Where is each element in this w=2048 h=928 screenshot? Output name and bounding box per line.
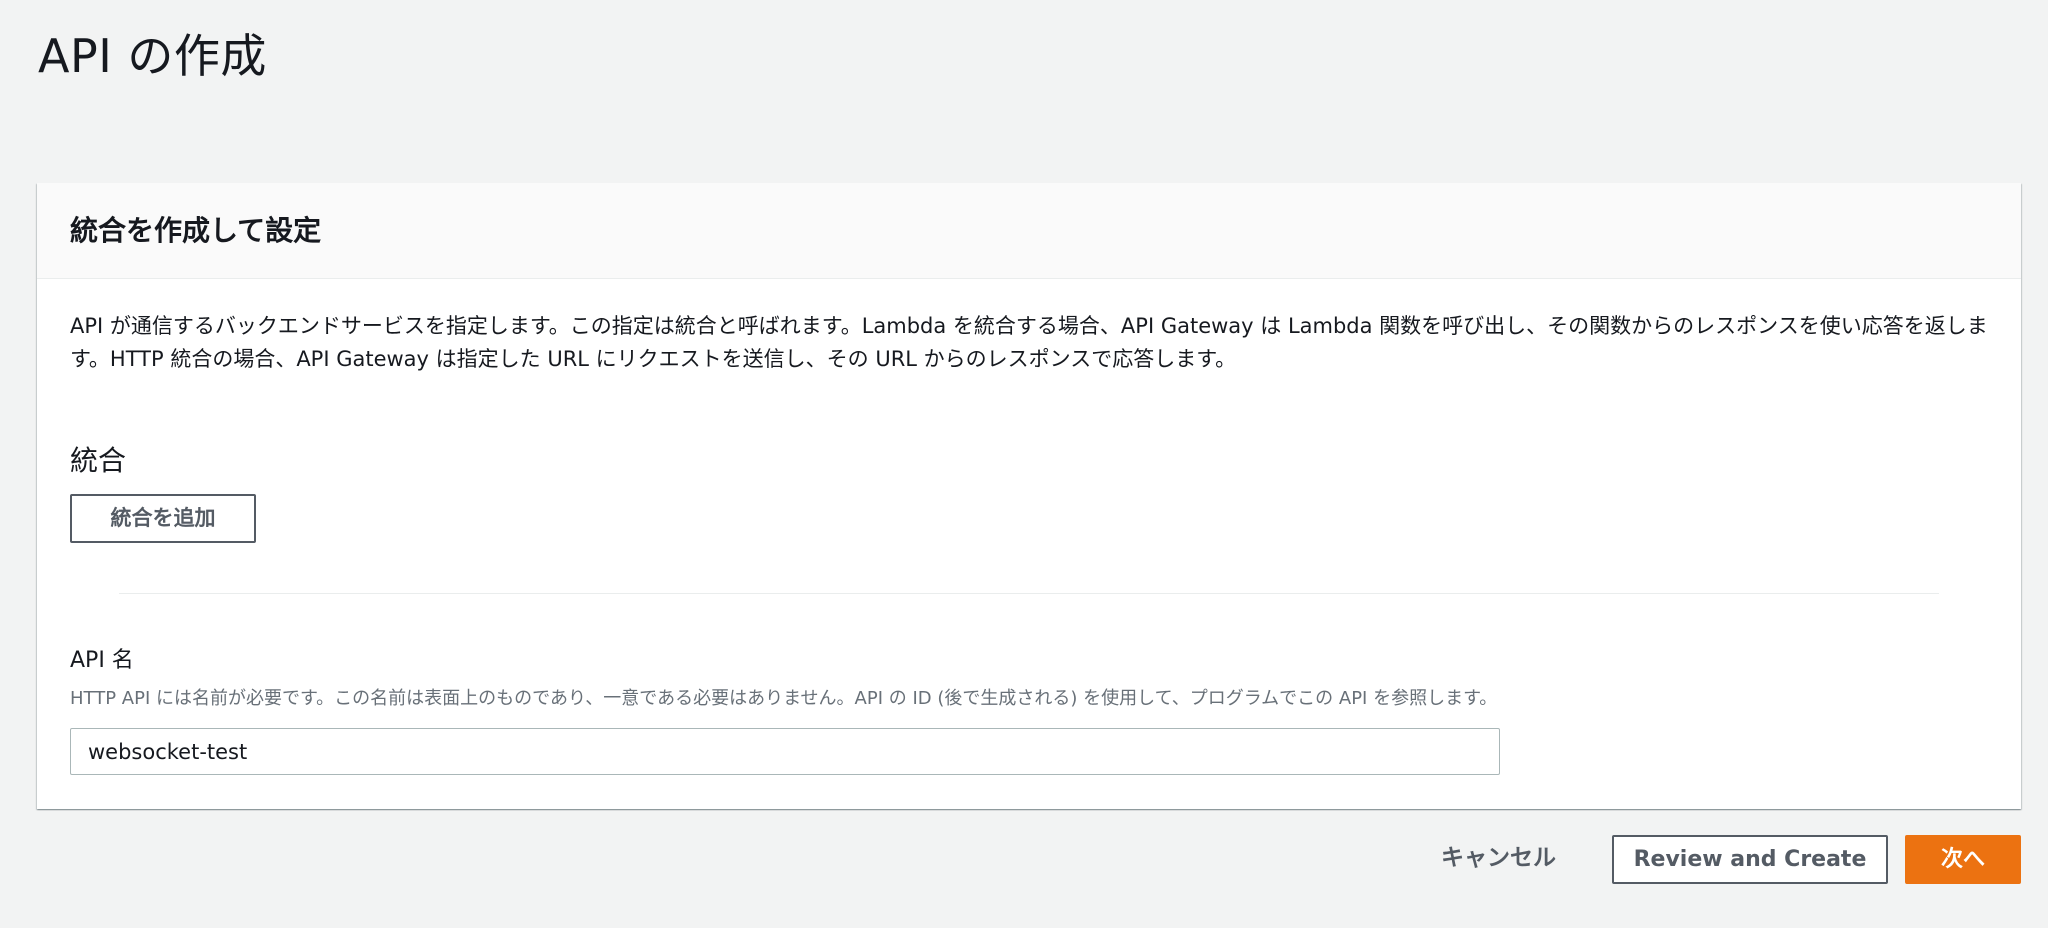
add-integration-button[interactable]: 統合を追加 bbox=[70, 494, 256, 543]
integration-panel: 統合を作成して設定 API が通信するバックエンドサービスを指定します。この指定… bbox=[37, 183, 2021, 809]
api-name-label: API 名 bbox=[70, 648, 134, 673]
api-name-input[interactable] bbox=[70, 728, 1500, 775]
review-and-create-button[interactable]: Review and Create bbox=[1612, 835, 1888, 884]
section-divider bbox=[119, 593, 1939, 594]
panel-header: 統合を作成して設定 bbox=[37, 183, 2021, 279]
next-button[interactable]: 次へ bbox=[1905, 835, 2021, 884]
cancel-button[interactable]: キャンセル bbox=[1441, 834, 1556, 883]
panel-description: API が通信するバックエンドサービスを指定します。この指定は統合と呼ばれます。… bbox=[70, 314, 1988, 371]
panel-title: 統合を作成して設定 bbox=[70, 214, 322, 247]
integrations-heading: 統合 bbox=[70, 444, 127, 477]
page-title: API の作成 bbox=[38, 29, 267, 83]
api-name-help-text: HTTP API には名前が必要です。この名前は表面上のものであり、一意である必… bbox=[70, 688, 1498, 709]
